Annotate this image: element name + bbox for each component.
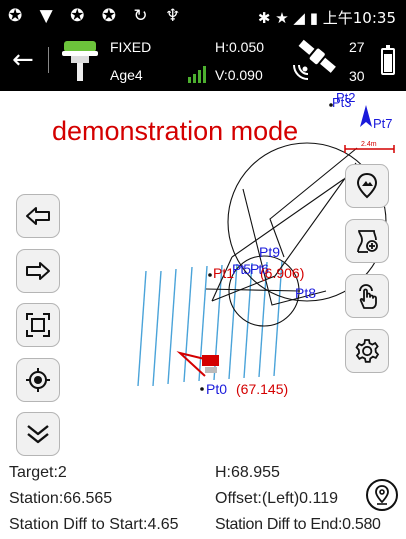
north-arrow-icon [360, 105, 372, 127]
fit-screen-icon [26, 313, 50, 337]
tap-select-button[interactable] [345, 274, 389, 318]
map-add-icon [357, 230, 378, 253]
point-elevation-0: (67.145) [236, 381, 289, 397]
target-label: Target:2 [9, 464, 67, 481]
satellite-icon [293, 39, 336, 80]
status-bar: ✪ ▼ ✪ ✪ ↻ ♆ ✱ ★ ◢ ▮ 上午10:35 [0, 0, 406, 31]
status-right: ✱ ★ ◢ ▮ 上午10:35 [258, 7, 396, 28]
gnss-rover-icon [62, 41, 98, 81]
demo-mode-banner: demonstration mode [52, 116, 299, 146]
gnss-toolbar: ← FIXED Age4 H:0.050 V:0.090 27 30 [0, 31, 406, 91]
map-pin-button[interactable] [345, 164, 389, 208]
satellites-visible: 30 [349, 68, 365, 84]
v-precision: V:0.090 [215, 67, 263, 83]
locate-button[interactable] [16, 358, 60, 402]
point-elevation-1: (6.906) [260, 265, 305, 281]
point-label-pt9[interactable]: Pt9 [259, 244, 280, 260]
pan-left-button[interactable] [16, 194, 60, 238]
pan-right-button[interactable] [16, 249, 60, 293]
point-label-pt1[interactable]: Pt1 [213, 265, 234, 281]
target-icon [26, 368, 50, 392]
point-label-pt7[interactable]: Pt7 [373, 116, 393, 131]
station-diff-start: Station Diff to Start:4.65 [9, 516, 179, 533]
location-pin-icon [375, 485, 389, 505]
station-diff-end: Station Diff to End:0.580 [215, 516, 381, 533]
arrow-right-outline-icon [26, 262, 50, 280]
scale-label: 2.4m [361, 141, 377, 148]
double-chevron-down-icon [27, 425, 49, 444]
elevation-label: H:68.955 [215, 464, 280, 481]
status-right-icons: ✱ ★ ◢ ▮ [257, 9, 318, 27]
point-label-pt8[interactable]: Pt8 [295, 285, 316, 301]
signal-strength-icon [188, 66, 206, 83]
satellites-used: 27 [349, 39, 365, 55]
age-label: Age4 [110, 67, 143, 83]
back-button[interactable]: ← [12, 45, 38, 75]
clock: 上午10:35 [322, 9, 396, 27]
arrow-left-outline-icon [26, 207, 50, 225]
station-label: Station:66.565 [9, 490, 113, 507]
zoom-extent-button[interactable] [16, 303, 60, 347]
stakeout-info-panel: Target:2 H:68.955 Station:66.565 Offset:… [0, 460, 406, 539]
collapse-button[interactable] [16, 412, 60, 456]
offset-label: Offset:(Left)0.119 [215, 490, 339, 507]
touch-hand-icon [359, 284, 377, 309]
arrow-left-icon: ← [12, 45, 34, 75]
fix-status: FIXED [110, 39, 152, 55]
point-label-pt2[interactable]: Pt2 [336, 90, 356, 105]
point-label-pt0[interactable]: Pt0 [206, 381, 227, 397]
navigate-button[interactable] [366, 479, 398, 511]
h-precision: H:0.050 [215, 39, 265, 55]
map-pin-icon [356, 172, 378, 199]
battery-icon [381, 45, 395, 75]
add-layer-button[interactable] [345, 219, 389, 263]
settings-button[interactable] [345, 329, 389, 373]
status-left-icons: ✪ ▼ ✪ ✪ ↻ ♆ [8, 6, 187, 26]
gear-icon [355, 339, 380, 363]
toolbar-divider [48, 47, 49, 73]
